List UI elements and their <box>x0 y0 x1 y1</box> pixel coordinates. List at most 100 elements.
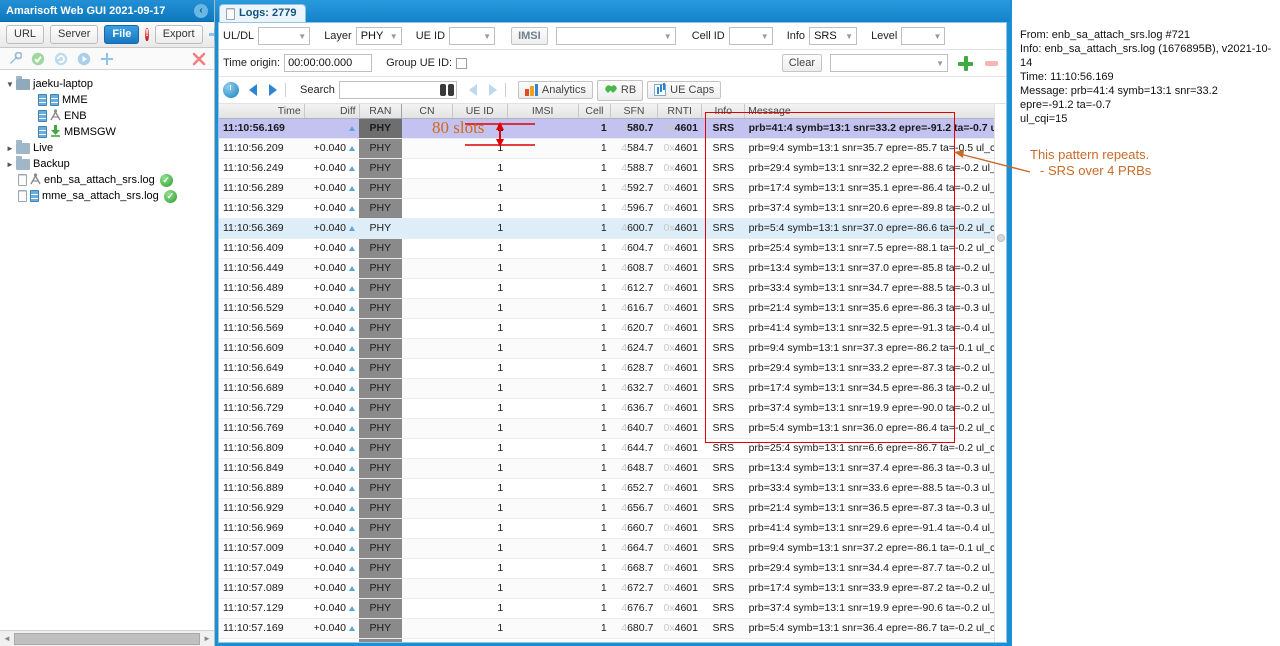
tree-item-enb-log[interactable]: enb_sa_attach_srs.log ✓ <box>4 172 214 188</box>
table-row[interactable]: 11:10:56.609 +0.040 PHY 1 1 4624.7 0x4601 SRS pr… <box>219 338 1006 359</box>
col-message[interactable]: Message <box>744 104 1006 119</box>
table-row[interactable]: 11:10:56.369 +0.040 PHY 1 1 4600.7 0x4601 SRS pr… <box>219 218 1006 239</box>
table-row[interactable]: 11:10:56.769 +0.040 PHY 1 1 4640.7 0x4601 SRS pr… <box>219 418 1006 439</box>
tree-item-enb[interactable]: ENB <box>4 108 214 124</box>
table-row[interactable]: 11:10:57.209+0.040PHY114684.70x4601SRSpr… <box>219 638 1006 642</box>
url-button[interactable]: URL <box>6 25 45 44</box>
table-row[interactable]: 11:10:57.049 +0.040 PHY 1 1 4668.7 0x4601 SRS pr… <box>219 558 1006 579</box>
tree-item-mbmsgw[interactable]: MBMSGW <box>4 124 214 140</box>
tree-item-mme-log[interactable]: mme_sa_attach_srs.log ✓ <box>4 188 214 204</box>
col-diff[interactable]: Diff <box>304 104 360 119</box>
table-row[interactable]: 11:10:56.729 +0.040 PHY 1 1 4636.7 0x4601 SRS pr… <box>219 398 1006 419</box>
error-badge-icon[interactable]: ! <box>145 28 149 41</box>
col-imsi[interactable]: IMSI <box>507 104 579 119</box>
tab-logs[interactable]: Logs: 2779 <box>219 4 307 22</box>
chevron-down-icon[interactable]: ▼ <box>4 80 16 89</box>
remove-preset-icon[interactable] <box>985 60 998 66</box>
ueid-select[interactable]: ▼ <box>449 27 496 45</box>
layer-select[interactable]: PHY ▼ <box>355 27 402 45</box>
info-select[interactable]: SRS ▼ <box>809 27 858 45</box>
chevron-left-icon[interactable]: ‹ <box>194 3 208 18</box>
cell-rnti: 0x4601 <box>657 118 702 139</box>
level-select[interactable]: ▼ <box>901 27 946 45</box>
add-preset-icon[interactable] <box>958 55 973 71</box>
cell-time: 11:10:56.449 <box>219 258 305 279</box>
table-row[interactable]: 11:10:57.129 +0.040 PHY 1 1 4676.7 0x4601 SRS pr… <box>219 598 1006 619</box>
table-row[interactable]: 11:10:56.209 +0.040 PHY 1 1 4584.7 0x4601 SRS pr… <box>219 138 1006 159</box>
col-cn[interactable]: CN <box>401 104 453 119</box>
info-label: Info <box>786 30 806 42</box>
scrollbar-thumb[interactable] <box>14 632 200 645</box>
table-row[interactable]: 11:10:56.569 +0.040 PHY 1 1 4620.7 0x4601 SRS pr… <box>219 318 1006 339</box>
table-row[interactable]: 11:10:56.849 +0.040 PHY 1 1 4648.7 0x4601 SRS pr… <box>219 458 1006 479</box>
arrow-left-icon[interactable] <box>249 84 257 96</box>
tree-item-backup[interactable]: ► Backup <box>4 155 214 172</box>
table-row[interactable]: 11:10:56.409 +0.040 PHY 1 1 4604.7 0x4601 SRS pr… <box>219 238 1006 259</box>
arrow-right-icon[interactable] <box>269 84 277 96</box>
uldl-select[interactable]: ▼ <box>258 27 311 45</box>
clear-button[interactable]: Clear <box>781 54 822 72</box>
tree-item-jaeku-laptop[interactable]: ▼ jaeku-laptop <box>4 75 214 92</box>
find-next-icon[interactable] <box>488 84 497 96</box>
delete-x-icon[interactable] <box>192 52 206 66</box>
wrench-icon[interactable] <box>8 51 23 66</box>
preset-select[interactable]: ▼ <box>830 54 948 72</box>
scroll-right-icon[interactable]: ► <box>200 634 214 643</box>
cell-sfn: 4664.7 <box>610 538 658 559</box>
sidebar-horizontal-scrollbar[interactable]: ◄ ► <box>0 630 214 646</box>
check-circle-icon[interactable] <box>31 52 45 66</box>
clock-icon[interactable] <box>223 82 239 98</box>
chevron-down-icon: ▼ <box>663 31 672 41</box>
table-row[interactable]: 11:10:56.889 +0.040 PHY 1 1 4652.7 0x4601 SRS pr… <box>219 478 1006 499</box>
table-row[interactable]: 11:10:56.489 +0.040 PHY 1 1 4612.7 0x4601 SRS pr… <box>219 278 1006 299</box>
time-origin-input[interactable] <box>284 54 373 72</box>
uecaps-button[interactable]: UE Caps <box>647 81 722 99</box>
find-prev-icon[interactable] <box>468 84 477 96</box>
table-row[interactable]: 11:10:56.449 +0.040 PHY 1 1 4608.7 0x4601 SRS pr… <box>219 258 1006 279</box>
binoculars-icon[interactable] <box>439 84 454 96</box>
table-row[interactable]: 11:10:57.009 +0.040 PHY 1 1 4664.7 0x4601 SRS pr… <box>219 538 1006 559</box>
analytics-label: Analytics <box>541 84 586 96</box>
cellid-select[interactable]: ▼ <box>728 27 773 45</box>
play-circle-icon[interactable] <box>77 52 91 66</box>
analytics-button[interactable]: Analytics <box>517 81 593 99</box>
table-row[interactable]: 11:10:56.689 +0.040 PHY 1 1 4632.7 0x4601 SRS pr… <box>219 378 1006 399</box>
file-button[interactable]: File <box>104 25 140 44</box>
table-row[interactable]: 11:10:57.169 +0.040 PHY 1 1 4680.7 0x4601 SRS pr… <box>219 618 1006 639</box>
rb-icon <box>604 83 617 98</box>
table-row[interactable]: 11:10:56.809 +0.040 PHY 1 1 4644.7 0x4601 SRS pr… <box>219 438 1006 459</box>
col-rnti[interactable]: RNTI <box>657 104 703 119</box>
group-ueid-checkbox[interactable] <box>456 57 468 69</box>
refresh-icon[interactable] <box>54 52 68 66</box>
rb-button[interactable]: RB <box>596 79 644 101</box>
table-row[interactable]: 11:10:56.169 PHY 1 1 4580.7 0x4601 SRS prb=41:4… <box>219 118 1006 139</box>
server-button[interactable]: Server <box>50 25 99 44</box>
col-ueid[interactable]: UE ID <box>452 104 508 119</box>
table-row[interactable]: 11:10:56.529 +0.040 PHY 1 1 4616.7 0x4601 SRS pr… <box>219 298 1006 319</box>
scroll-left-icon[interactable]: ◄ <box>0 634 14 643</box>
col-info[interactable]: Info <box>701 104 746 119</box>
table-row[interactable]: 11:10:56.329 +0.040 PHY 1 1 4596.7 0x4601 SRS pr… <box>219 198 1006 219</box>
table-row[interactable]: 11:10:56.929 +0.040 PHY 1 1 4656.7 0x4601 SRS pr… <box>219 498 1006 519</box>
plus-icon[interactable] <box>100 52 114 66</box>
tree-item-mme[interactable]: MME <box>4 92 214 108</box>
col-sfn[interactable]: SFN <box>610 104 658 119</box>
logs-table-container[interactable]: Time Diff RAN CN UE ID IMSI Cell SFN RNT… <box>219 104 1006 642</box>
table-row[interactable]: 11:10:57.089 +0.040 PHY 1 1 4672.7 0x4601 SRS pr… <box>219 578 1006 599</box>
cell-info: SRS <box>701 518 745 539</box>
table-vertical-scrollbar[interactable] <box>994 104 1006 642</box>
table-row[interactable]: 11:10:56.649 +0.040 PHY 1 1 4628.7 0x4601 SRS pr… <box>219 358 1006 379</box>
col-ran[interactable]: RAN <box>358 104 403 119</box>
export-button[interactable]: Export <box>154 25 203 44</box>
col-cell[interactable]: Cell <box>578 104 612 119</box>
imsi-select[interactable]: ▼ <box>555 27 676 45</box>
table-row[interactable]: 11:10:56.289 +0.040 PHY 1 1 4592.7 0x4601 SRS pr… <box>219 178 1006 199</box>
tree-item-live[interactable]: ► Live <box>4 139 214 156</box>
chevron-right-icon[interactable]: ► <box>4 144 16 153</box>
table-row[interactable]: 11:10:56.249 +0.040 PHY 1 1 4588.7 0x4601 SRS pr… <box>219 158 1006 179</box>
chevron-right-icon[interactable]: ► <box>4 160 16 169</box>
imsi-button[interactable]: IMSI <box>511 27 548 45</box>
col-time[interactable]: Time <box>219 104 305 119</box>
table-row[interactable]: 11:10:56.969 +0.040 PHY 1 1 4660.7 0x4601 SRS pr… <box>219 518 1006 539</box>
scrollbar-thumb[interactable] <box>997 234 1005 242</box>
